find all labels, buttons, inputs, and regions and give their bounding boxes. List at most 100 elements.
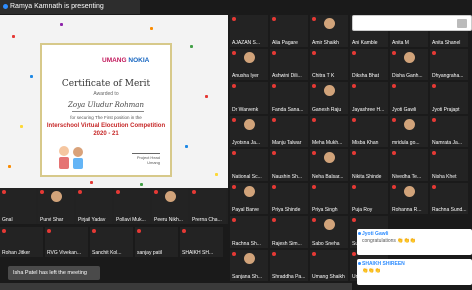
participant-tile[interactable]: Nisha Khet [430, 149, 468, 181]
muted-mic-icon [312, 184, 316, 189]
participant-tile[interactable]: Shraddha Pa... [270, 249, 308, 281]
participant-tile[interactable]: Diksha Bhat [350, 48, 388, 80]
muted-mic-icon [232, 17, 236, 21]
participant-tile[interactable]: Amir Shaikh [310, 15, 348, 47]
participant-tile[interactable]: Fanda Sana... [270, 82, 308, 114]
participant-tile[interactable]: mridula go... [390, 115, 428, 147]
muted-mic-icon [272, 117, 276, 122]
participant-tile[interactable]: Neha Balsar... [310, 149, 348, 181]
participant-tile[interactable]: Gnal [0, 188, 36, 224]
chat-icon [457, 19, 467, 28]
participant-name: Priya Shinde [272, 207, 301, 213]
muted-mic-icon [232, 151, 236, 155]
notification-chip[interactable] [352, 15, 472, 31]
participant-tile[interactable]: Misba Khan [350, 115, 388, 147]
participant-name: Neha Balsar... [312, 173, 344, 180]
participant-name: Anita M [392, 39, 409, 46]
participant-tile[interactable]: Namrata Ja... [430, 115, 468, 147]
participant-name: Anita Shanel [432, 39, 461, 46]
participant-tile[interactable]: Rohanna R... [390, 182, 428, 214]
participant-tile[interactable]: Prerna Cha... [190, 188, 226, 224]
muted-mic-icon [92, 229, 96, 233]
participant-tile[interactable]: AJAZAN S... [230, 15, 268, 47]
participant-tile[interactable]: Ganesh Raju [310, 82, 348, 114]
muted-mic-icon [312, 50, 316, 55]
participant-tile[interactable]: Jyoti Prajapt [430, 82, 468, 114]
certificate-signature: Project Head Umang [132, 153, 160, 165]
participant-tile[interactable]: Rachna Sund... [430, 182, 468, 214]
muted-mic-icon [2, 229, 6, 233]
muted-mic-icon [272, 251, 276, 256]
participant-tile[interactable]: Anusha Iyer [230, 48, 268, 80]
participant-tile[interactable]: Nikita Shinde [350, 149, 388, 181]
muted-mic-icon [2, 190, 6, 194]
participant-name: Nikita Shinde [352, 173, 382, 180]
participant-name: National Sc... [232, 173, 262, 180]
participant-tile[interactable]: Priya Singh [310, 182, 348, 214]
participant-tile[interactable]: Jayashree H... [350, 82, 388, 114]
participant-tile[interactable]: Umang Shaikh [310, 249, 348, 281]
participant-name: Payal Barve [232, 207, 259, 213]
participant-tile[interactable]: Payal Barve [230, 182, 268, 214]
avatar [164, 191, 176, 202]
participant-tile[interactable]: Disha Ganh... [390, 48, 428, 80]
certificate-awarded-label: Awarded to [93, 91, 119, 97]
muted-mic-icon [392, 84, 396, 88]
participant-tile[interactable]: Sanjana Sh... [230, 249, 268, 281]
participant-name: Ani Kamble [352, 39, 378, 46]
participant-tile[interactable]: Pollavi Muk... [114, 188, 150, 224]
muted-mic-icon [352, 151, 356, 155]
participant-name: RVG Vivekan... [47, 250, 81, 256]
participant-tile[interactable]: Chitra T K [310, 48, 348, 80]
participant-tile[interactable]: Ashwini Dili... [270, 48, 308, 80]
participant-tile[interactable]: SHAIKH SH... [180, 227, 223, 257]
participant-tile[interactable]: Pirjail Yadav [76, 188, 112, 224]
participant-tile[interactable]: Jyoti Gawli [390, 82, 428, 114]
muted-mic-icon [352, 184, 356, 189]
participant-tile[interactable]: RVG Vivekan... [45, 227, 88, 257]
participant-tile[interactable]: Priya Shinde [270, 182, 308, 214]
muted-mic-icon [116, 190, 120, 194]
muted-mic-icon [432, 84, 436, 88]
left-video-row: Gnal Purvi Shar Pirjail Yadav Pollavi Muk..… [0, 188, 228, 224]
participant-tile[interactable]: Alia Pagare [270, 15, 308, 47]
participant-name: Pollavi Muk... [116, 217, 146, 223]
muted-mic-icon [78, 190, 82, 194]
muted-mic-icon [312, 117, 316, 122]
chat-message: SHAIKH SHIREEN 👏👏👏 [357, 259, 472, 285]
participant-name: Jyoti Gawli [392, 106, 417, 113]
participant-tile[interactable]: Dr Warvenk [230, 82, 268, 114]
participant-name: Amir Shaikh [312, 39, 339, 46]
participant-name: Rohan Jitker [2, 250, 31, 256]
certificate-title: Certificate of Merit [61, 79, 151, 89]
participant-tile[interactable]: Sanchit Kol... [90, 227, 133, 257]
participant-name: Jayashree H... [352, 106, 385, 113]
participant-tile[interactable]: Meha Mukh... [310, 115, 348, 147]
participant-name: Misba Khan [352, 140, 379, 146]
muted-mic-icon [312, 84, 316, 88]
participant-tile[interactable]: sanjay patil [135, 227, 178, 257]
participant-tile[interactable]: Sabo Sneha [310, 216, 348, 248]
participant-tile[interactable]: Peeru Nikh... [152, 188, 188, 224]
participant-tile[interactable]: Nivedha Te... [390, 149, 428, 181]
screen-share-view[interactable]: UMANG NOKIA Certificate of Merit Awarded… [0, 15, 228, 189]
participant-tile[interactable]: Naushin Sh... [270, 149, 308, 181]
participant-name: AJAZAN S... [232, 39, 261, 46]
participant-tile[interactable]: Dhyangraha... [430, 48, 468, 80]
muted-mic-icon [352, 218, 356, 222]
participant-tile[interactable]: Rachna Sh... [230, 216, 268, 248]
participant-tile[interactable]: Purvi Shar [38, 188, 74, 224]
muted-mic-icon [272, 50, 276, 55]
participant-tile[interactable]: Rajesh Sim... [270, 216, 308, 248]
participant-tile[interactable]: Manju Talwar [270, 115, 308, 147]
muted-mic-icon [312, 218, 316, 222]
muted-mic-icon [232, 218, 236, 222]
participant-tile[interactable]: Rohan Jitker [0, 227, 43, 257]
participant-tile[interactable]: Puja Roy [350, 182, 388, 214]
avatar [243, 252, 255, 264]
participant-tile[interactable]: Jyotsna Ja... [230, 115, 268, 147]
participant-tile[interactable]: National Sc... [230, 149, 268, 181]
participant-name: mridula go... [392, 140, 420, 146]
participant-name: Diksha Bhat [352, 73, 379, 79]
muted-mic-icon [47, 229, 51, 233]
